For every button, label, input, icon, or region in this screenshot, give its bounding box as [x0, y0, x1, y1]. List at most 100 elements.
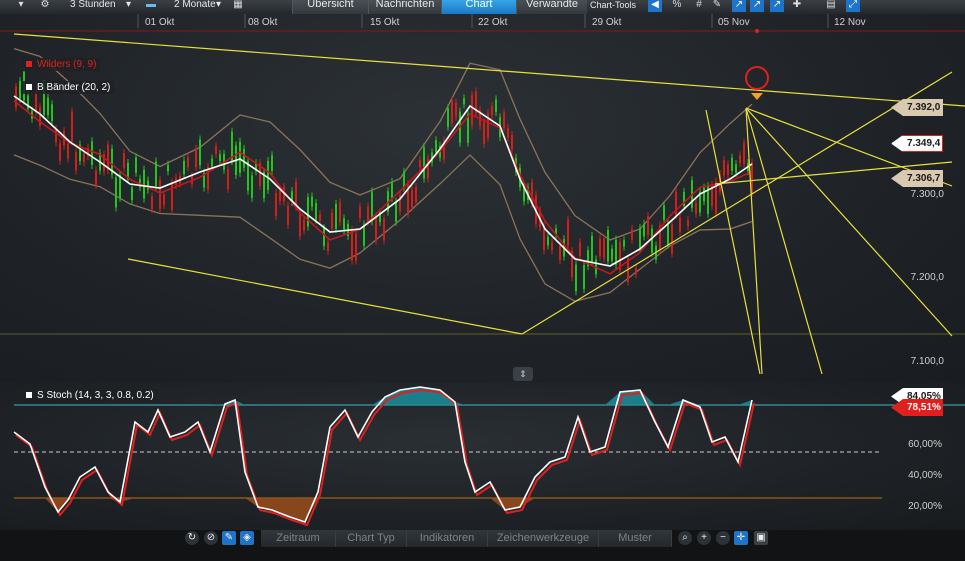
tab-verwandte[interactable]: Verwandte — [516, 0, 587, 14]
gear-icon[interactable]: ⚙ — [38, 0, 52, 12]
percent-icon[interactable]: % — [670, 0, 684, 12]
alert-circle-icon — [745, 66, 769, 90]
candle — [739, 155, 741, 164]
y-label: 7.100,0 — [910, 356, 944, 367]
stoch-k-line — [13, 386, 753, 523]
y-label: 7.300,0 — [910, 189, 944, 200]
zoom-in-icon[interactable]: + — [697, 531, 711, 545]
legend-wilders[interactable]: Wilders (9, 9) — [22, 58, 101, 71]
tool-icon-2[interactable]: ✚ — [790, 0, 804, 12]
chart-typ-button[interactable]: Chart Typ — [336, 530, 407, 547]
candle — [343, 218, 345, 231]
candle — [75, 152, 77, 171]
candle — [307, 197, 309, 227]
dropdown-arrow-icon[interactable]: ▾ — [14, 0, 28, 12]
candle — [331, 212, 333, 229]
candle — [671, 224, 673, 254]
candle — [635, 268, 637, 275]
candle — [167, 164, 169, 172]
price-chart-canvas — [0, 14, 965, 375]
legend-bollinger[interactable]: B Bänder (20, 2) — [22, 81, 115, 94]
candle — [215, 146, 217, 155]
tool-active-icon-1[interactable]: ↗ — [732, 0, 746, 12]
candle — [267, 160, 269, 190]
indikatoren-button[interactable]: Indikatoren — [407, 530, 488, 547]
interval-dropdown-icon[interactable]: ▾ — [126, 0, 131, 14]
candle — [295, 181, 297, 207]
candle — [359, 206, 361, 219]
candle — [199, 139, 201, 166]
muster-button[interactable]: Muster — [599, 530, 672, 547]
candle — [55, 129, 57, 143]
bollinger-middle-band — [13, 95, 753, 267]
tab-uebersicht[interactable]: Übersicht — [292, 0, 368, 14]
search-icon[interactable]: ⌕ — [678, 531, 692, 545]
range-select[interactable]: 2 Monate — [174, 0, 216, 14]
candle — [591, 235, 593, 263]
legend-stoch[interactable]: S Stoch (14, 3, 3, 0.8, 0.2) — [22, 389, 158, 402]
candle — [419, 160, 421, 168]
price-chart[interactable]: 01 Okt 08 Okt 15 Okt 22 Okt 29 Okt 05 No… — [0, 14, 965, 382]
grid-icon[interactable]: # — [692, 0, 706, 12]
candle — [95, 170, 97, 185]
candle — [219, 154, 221, 162]
stochastic-chart[interactable]: S Stoch (14, 3, 3, 0.8, 0.2) 84,05% 78,5… — [0, 382, 965, 530]
fullscreen-icon[interactable]: ⤢ — [846, 0, 860, 12]
candle — [287, 205, 289, 226]
candle — [599, 238, 601, 257]
candle — [299, 214, 301, 237]
x-label: 01 Okt — [145, 17, 175, 28]
candle — [151, 196, 153, 210]
tool-icon[interactable]: ✎ — [710, 0, 724, 12]
candle — [375, 216, 377, 241]
panel-resize-handle[interactable]: ⇕ — [513, 367, 533, 381]
candle — [227, 169, 229, 190]
candle — [195, 148, 197, 168]
candle — [435, 140, 437, 153]
candle — [51, 104, 53, 122]
candle — [731, 157, 733, 171]
candle — [315, 203, 317, 220]
tool-active-icon-3[interactable]: ↗ — [770, 0, 784, 12]
y-label: 7.200,0 — [910, 272, 944, 283]
refresh-icon[interactable]: ↻ — [185, 531, 199, 545]
candle — [447, 108, 449, 127]
tab-chart[interactable]: Chart — [441, 0, 516, 14]
candle — [107, 144, 109, 170]
back-arrow-icon[interactable]: ◀ — [648, 0, 662, 12]
candle — [727, 164, 729, 175]
candle — [271, 155, 273, 171]
legend-label: B Bänder (20, 2) — [37, 82, 111, 93]
tab-nachrichten[interactable]: Nachrichten — [368, 0, 441, 14]
print-icon[interactable]: ▤ — [824, 0, 838, 12]
range-dropdown-icon[interactable]: ▾ — [216, 0, 221, 14]
candle — [171, 182, 173, 211]
layers-icon[interactable]: ◈ — [240, 531, 254, 545]
x-label: 12 Nov — [834, 17, 866, 28]
candle — [251, 175, 253, 198]
calendar-icon[interactable]: ▦ — [231, 0, 245, 12]
candle — [303, 219, 305, 231]
interval-select[interactable]: 3 Stunden — [70, 0, 116, 14]
y-label: 60,00% — [908, 439, 942, 450]
candle — [279, 190, 281, 202]
candle — [131, 187, 133, 201]
tool-active-icon-2[interactable]: ↗ — [750, 0, 764, 12]
candle — [335, 204, 337, 229]
zeichenwerkzeuge-button[interactable]: Zeichenwerkzeuge — [488, 530, 599, 547]
no-draw-icon[interactable]: ⊘ — [204, 531, 218, 545]
candle — [367, 206, 369, 222]
zeitraum-button[interactable]: Zeitraum — [261, 530, 336, 547]
legend-swatch — [26, 392, 32, 398]
candle — [603, 238, 605, 259]
settings-icon[interactable]: ▣ — [754, 531, 768, 545]
candle — [575, 264, 577, 292]
pencil-icon[interactable]: ✎ — [222, 531, 236, 545]
candle — [383, 218, 385, 241]
candle — [663, 205, 665, 220]
x-label: 15 Okt — [370, 17, 400, 28]
zoom-out-icon[interactable]: − — [716, 531, 730, 545]
candle — [403, 171, 405, 188]
candle — [115, 177, 117, 208]
crosshair-icon[interactable]: ✛ — [734, 531, 748, 545]
